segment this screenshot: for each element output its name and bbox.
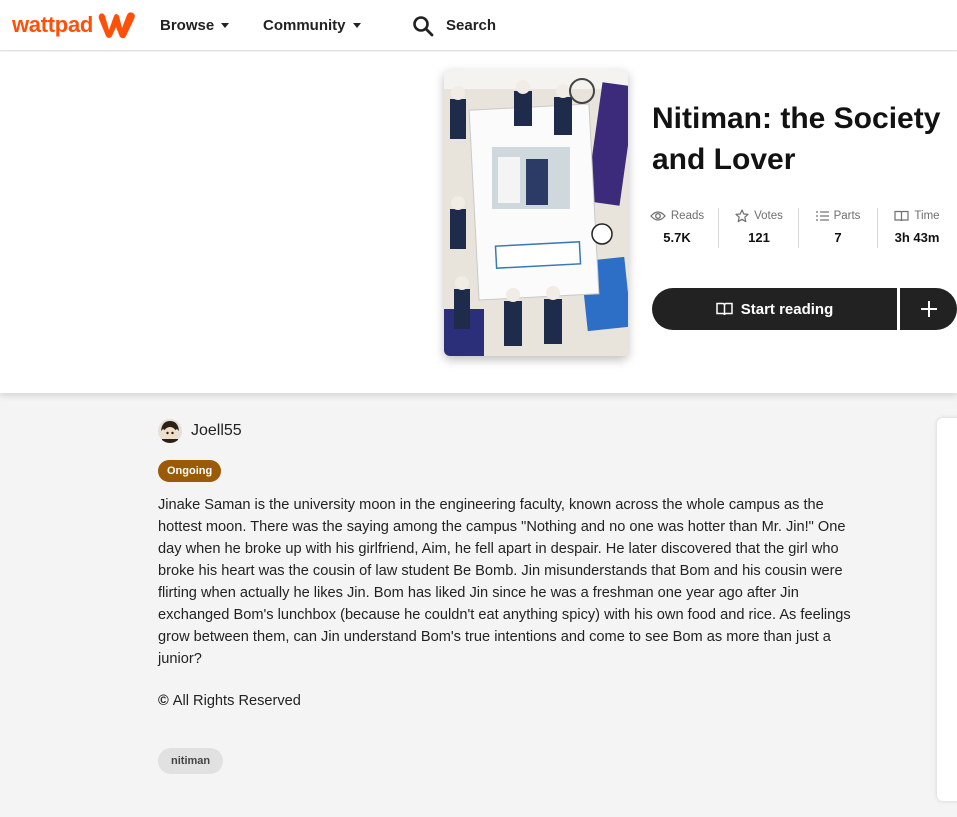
avatar: [158, 419, 182, 443]
stat-votes-value: 121: [748, 230, 770, 245]
logo-wordmark: wattpad: [12, 12, 94, 37]
stat-votes: Votes 121: [730, 207, 788, 247]
stat-time: Time 3h 43m: [889, 207, 945, 247]
eye-icon: [650, 211, 666, 221]
story-title: Nitiman: the Society and Lover: [652, 102, 941, 176]
stat-divider: [718, 208, 719, 248]
stat-time-value: 3h 43m: [894, 230, 940, 245]
book-icon: [715, 302, 733, 316]
chevron-down-icon: [221, 23, 230, 28]
stat-reads-value: 5.7K: [663, 230, 691, 245]
copyright-text: All Rights Reserved: [172, 693, 301, 709]
author-name: Joell55: [191, 422, 242, 439]
stat-parts-label: Parts: [833, 210, 861, 222]
browse-label: Browse: [160, 17, 215, 34]
wattpad-logo[interactable]: wattpad: [12, 8, 137, 42]
stat-reads: Reads 5.7K: [648, 207, 706, 247]
stat-parts: Parts 7: [810, 207, 866, 247]
stat-time-label: Time: [914, 210, 940, 222]
stat-parts-value: 7: [834, 230, 842, 245]
list-icon: [815, 211, 829, 221]
copyright-notice: © All Rights Reserved: [158, 693, 301, 709]
story-cover-image[interactable]: [444, 69, 628, 356]
search-icon: [413, 15, 434, 36]
story-header: Nitiman: the Society and Lover Reads 5.7…: [0, 52, 957, 393]
cover-art: [444, 69, 628, 356]
stat-divider: [798, 208, 799, 248]
author-link[interactable]: Joell55: [158, 419, 242, 443]
stat-divider: [877, 208, 878, 248]
add-to-library-button[interactable]: [900, 288, 957, 330]
book-icon: [894, 210, 910, 222]
community-dropdown[interactable]: Community: [263, 0, 361, 51]
sidebar-card: [937, 418, 957, 801]
stat-reads-label: Reads: [670, 210, 705, 222]
chevron-down-icon: [352, 23, 361, 28]
stat-votes-label: Votes: [754, 210, 783, 222]
search-label: Search: [446, 17, 497, 34]
copyright-icon: ©: [158, 693, 169, 709]
browse-dropdown[interactable]: Browse: [160, 0, 230, 51]
community-label: Community: [263, 17, 346, 34]
plus-icon: [920, 301, 937, 317]
story-description: Jinake Saman is the university moon in t…: [158, 497, 851, 667]
status-badge: Ongoing: [158, 460, 222, 482]
tag-chip[interactable]: nitiman: [158, 748, 224, 774]
star-icon: [735, 209, 749, 223]
start-reading-button[interactable]: Start reading: [652, 288, 897, 330]
top-nav: wattpad Browse Community Search: [0, 0, 957, 51]
search-button[interactable]: Search: [412, 0, 496, 51]
wattpad-w-icon: [98, 12, 135, 39]
start-reading-label: Start reading: [740, 300, 834, 318]
